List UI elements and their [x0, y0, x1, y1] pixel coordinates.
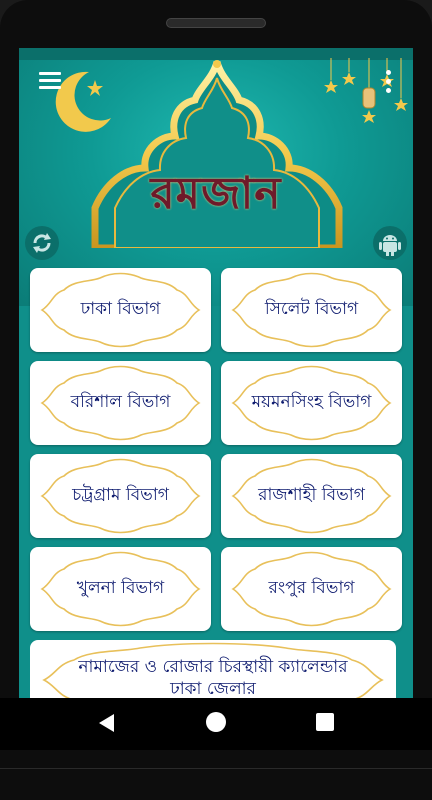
calendar-card[interactable]: নামাজের ও রোজার চিরস্থায়ী ক্যালেন্ডার ঢ… [30, 640, 396, 698]
division-card-mymensingh[interactable]: ময়মনসিংহ বিভাগ [221, 361, 402, 445]
phone-frame: রমজান ঢাকা বিভাগ সিলেট বিভাগ বরিশাল বিভা… [0, 0, 432, 800]
division-card-dhaka[interactable]: ঢাকা বিভাগ [30, 268, 211, 352]
division-card-barishal[interactable]: বরিশাল বিভাগ [30, 361, 211, 445]
division-card-sylhet[interactable]: সিলেট বিভাগ [221, 268, 402, 352]
refresh-icon[interactable] [25, 226, 59, 260]
phone-chin [0, 768, 432, 800]
nav-back-icon[interactable] [96, 712, 116, 734]
calendar-card-line1: নামাজের ও রোজার চিরস্থায়ী ক্যালেন্ডার [78, 657, 348, 677]
division-card-chattogram[interactable]: চট্রগ্রাম বিভাগ [30, 454, 211, 538]
speaker-grille [166, 18, 266, 28]
division-card-rangpur[interactable]: রংপুর বিভাগ [221, 547, 402, 631]
division-label: ময়মনসিংহ বিভাগ [251, 392, 372, 412]
app-title: রমজান [150, 168, 282, 219]
division-label: ঢাকা বিভাগ [80, 299, 161, 319]
division-label: বরিশাল বিভাগ [70, 392, 171, 412]
nav-home-icon[interactable] [206, 712, 226, 732]
division-card-rajshahi[interactable]: রাজশাহী বিভাগ [221, 454, 402, 538]
division-label: সিলেট বিভাগ [264, 299, 359, 319]
app-screen: রমজান ঢাকা বিভাগ সিলেট বিভাগ বরিশাল বিভা… [19, 48, 413, 698]
division-label: চট্রগ্রাম বিভাগ [72, 485, 169, 505]
calendar-card-line2: ঢাকা জেলার [170, 679, 256, 698]
division-label: রাজশাহী বিভাগ [258, 485, 365, 505]
lanterns-decoration [324, 58, 408, 123]
division-card-khulna[interactable]: খুলনা বিভাগ [30, 547, 211, 631]
more-vert-icon[interactable] [383, 70, 393, 94]
nav-recent-icon[interactable] [316, 713, 334, 731]
calendar-card-label: নামাজের ও রোজার চিরস্থায়ী ক্যালেন্ডার ঢ… [30, 656, 396, 698]
division-label: রংপুর বিভাগ [268, 578, 355, 598]
system-nav-bar [0, 698, 432, 750]
hamburger-menu-icon[interactable] [39, 72, 61, 90]
division-label: খুলনা বিভাগ [76, 578, 165, 598]
android-icon[interactable] [373, 226, 407, 260]
